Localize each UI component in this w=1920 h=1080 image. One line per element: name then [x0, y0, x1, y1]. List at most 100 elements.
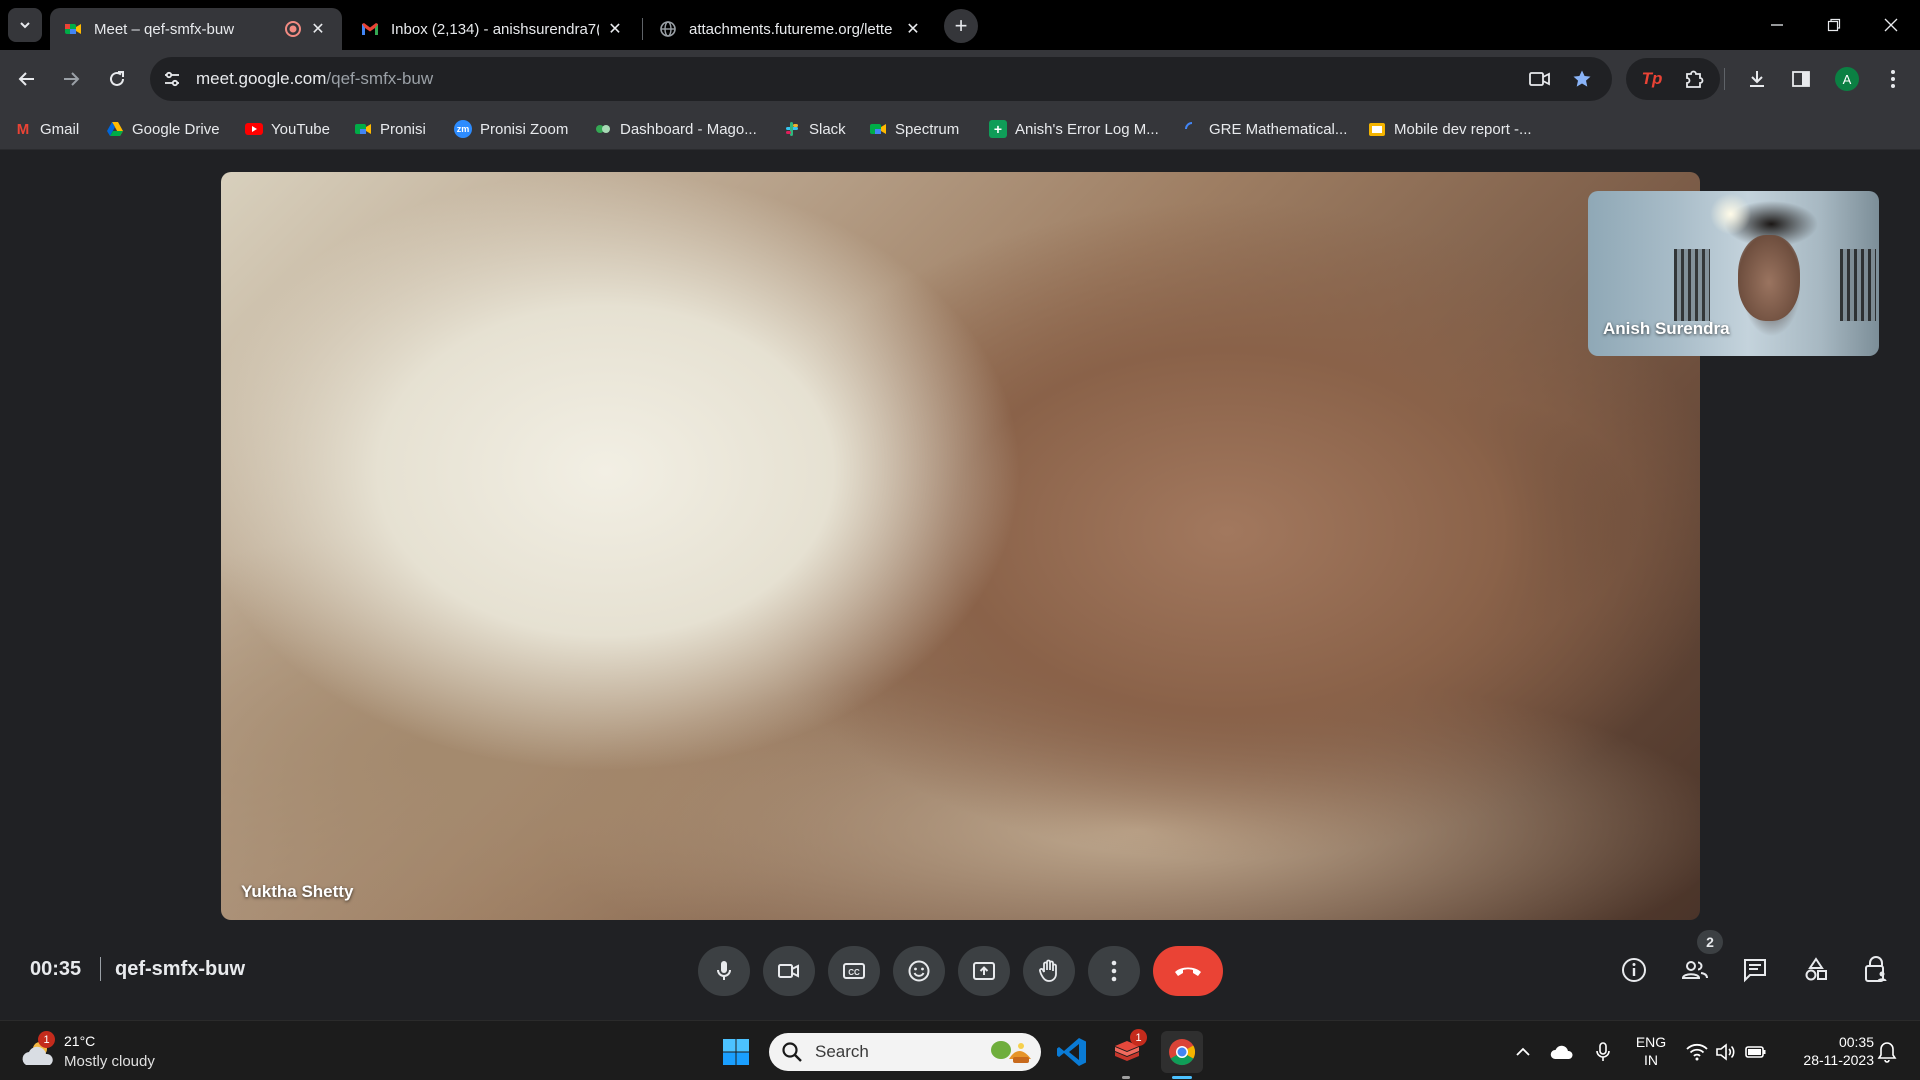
bookmark-label: Spectrum: [895, 120, 960, 138]
raise-hand-button[interactable]: [1023, 946, 1075, 996]
toolbar-divider: [1724, 68, 1725, 90]
weather-badge: 1: [38, 1031, 55, 1048]
app-badge: 1: [1130, 1029, 1147, 1046]
speaker-icon: [1716, 1043, 1735, 1061]
chat-icon: [1744, 959, 1766, 983]
tab-gmail[interactable]: Inbox (2,134) - anishsurendra7( ✕: [347, 8, 639, 50]
main-participant-name: Yuktha Shetty: [241, 882, 354, 901]
browser-menu-button[interactable]: [1875, 61, 1911, 97]
volume-button[interactable]: [1711, 1037, 1741, 1067]
globe-icon: [660, 21, 676, 37]
forward-button[interactable]: [53, 61, 89, 97]
address-bar[interactable]: meet.google.com/qef-smfx-buw: [150, 57, 1612, 101]
recording-icon: [285, 21, 301, 37]
self-view-tile[interactable]: Anish Surendra: [1588, 191, 1879, 356]
bookmark-label: Google Drive: [132, 120, 220, 138]
chrome-icon: [1169, 1039, 1196, 1066]
taskbar-search[interactable]: Search: [769, 1033, 1041, 1071]
back-button[interactable]: [9, 61, 45, 97]
battery-button[interactable]: [1741, 1037, 1771, 1067]
notification-center-button[interactable]: [1872, 1037, 1902, 1067]
weather-temperature: 21°C: [64, 1033, 96, 1049]
bookmark-slack[interactable]: Slack: [783, 116, 846, 142]
bookmark-youtube[interactable]: YouTube: [245, 116, 330, 142]
onedrive-button[interactable]: [1547, 1037, 1577, 1067]
leave-call-button[interactable]: [1153, 946, 1223, 996]
extension-tp-button[interactable]: Tp: [1634, 61, 1670, 97]
meeting-code: qef-smfx-buw: [115, 958, 245, 980]
taskbar-vscode[interactable]: [1051, 1031, 1093, 1073]
close-tab-icon[interactable]: ✕: [605, 19, 625, 39]
minimize-button[interactable]: [1748, 0, 1806, 50]
bookmark-label: Pronisi Zoom: [480, 120, 569, 138]
meet-icon: [355, 124, 371, 134]
bookmark-spectrum[interactable]: Spectrum: [869, 116, 959, 142]
microphone-button[interactable]: [698, 946, 750, 996]
more-options-button[interactable]: [1088, 946, 1140, 996]
show-hidden-icons-button[interactable]: [1508, 1037, 1538, 1067]
weather-condition: Mostly cloudy: [64, 1053, 155, 1070]
mic-status-button[interactable]: [1588, 1037, 1618, 1067]
download-icon: [1750, 71, 1764, 87]
wifi-icon: [1686, 1043, 1708, 1061]
bookmark-pronisi[interactable]: Pronisi: [354, 116, 426, 142]
restore-button[interactable]: [1805, 0, 1863, 50]
bookmark-google-drive[interactable]: Google Drive: [106, 116, 220, 142]
taskbar-store[interactable]: 1: [1106, 1029, 1148, 1073]
tab-separator: [642, 18, 643, 40]
start-button[interactable]: [715, 1031, 757, 1073]
site-info-button[interactable]: [154, 61, 190, 97]
gmail-icon: M: [16, 120, 30, 138]
url-path: /qef-smfx-buw: [326, 69, 434, 88]
bookmark-gmail[interactable]: M Gmail: [14, 116, 79, 142]
close-tab-icon[interactable]: ✕: [903, 19, 923, 39]
present-icon: [973, 962, 995, 980]
tab-futureme[interactable]: attachments.futureme.org/lette ✕: [645, 8, 937, 50]
chat-button[interactable]: [1731, 946, 1779, 994]
wifi-button[interactable]: [1682, 1037, 1712, 1067]
present-screen-button[interactable]: [958, 946, 1010, 996]
reload-icon: [110, 71, 124, 86]
reload-button[interactable]: [99, 61, 135, 97]
meeting-details-button[interactable]: [1610, 946, 1658, 994]
profile-button[interactable]: A: [1829, 61, 1865, 97]
search-icon: [782, 1042, 802, 1062]
side-panel-button[interactable]: [1783, 61, 1819, 97]
people-button[interactable]: [1671, 946, 1719, 994]
language-indicator[interactable]: ENG IN: [1634, 1033, 1668, 1069]
reactions-button[interactable]: [893, 946, 945, 996]
bookmark-gre[interactable]: GRE Mathematical...: [1183, 116, 1347, 142]
bookmark-error-log[interactable]: + Anish's Error Log M...: [989, 116, 1159, 142]
mic-icon: [1596, 1042, 1610, 1061]
cloud-icon: [1550, 1045, 1573, 1059]
system-clock[interactable]: 00:35 28-11-2023: [1780, 1033, 1874, 1069]
weather-widget[interactable]: 1 21°C Mostly cloudy: [20, 1031, 200, 1073]
tab-search-button[interactable]: [8, 8, 42, 42]
bookmark-label: GRE Mathematical...: [1209, 120, 1348, 138]
bookmark-label: YouTube: [271, 120, 330, 138]
taskbar-chrome[interactable]: [1161, 1031, 1203, 1073]
captions-button[interactable]: CC: [828, 946, 880, 996]
host-controls-button[interactable]: [1852, 946, 1900, 994]
close-window-button[interactable]: [1862, 0, 1920, 50]
close-tab-icon[interactable]: ✕: [308, 19, 328, 39]
new-tab-button[interactable]: +: [944, 9, 978, 43]
tab-meet[interactable]: Meet – qef-smfx-buw ✕: [50, 8, 342, 50]
bookmark-star-button[interactable]: [1564, 61, 1600, 97]
main-participant-video[interactable]: Yuktha Shetty: [221, 172, 1700, 920]
camera-button[interactable]: [763, 946, 815, 996]
bookmark-label: Slack: [809, 120, 846, 138]
extensions-button[interactable]: [1676, 61, 1712, 97]
notification-settings-icon: [1877, 1042, 1897, 1063]
videocam-icon: [778, 964, 799, 978]
downloads-button[interactable]: [1739, 61, 1775, 97]
lock-person-icon: [1865, 956, 1887, 982]
language-code: ENG: [1635, 1034, 1667, 1050]
activities-button[interactable]: [1792, 946, 1840, 994]
bookmark-pronisi-zoom[interactable]: zm Pronisi Zoom: [454, 116, 568, 142]
loader-icon: [1185, 122, 1193, 130]
bookmark-dashboard[interactable]: Dashboard - Mago...: [594, 116, 757, 142]
bookmark-mobile-dev[interactable]: Mobile dev report -...: [1368, 116, 1532, 142]
bookmark-label: Dashboard - Mago...: [620, 120, 757, 138]
camera-in-use-button[interactable]: [1522, 61, 1558, 97]
